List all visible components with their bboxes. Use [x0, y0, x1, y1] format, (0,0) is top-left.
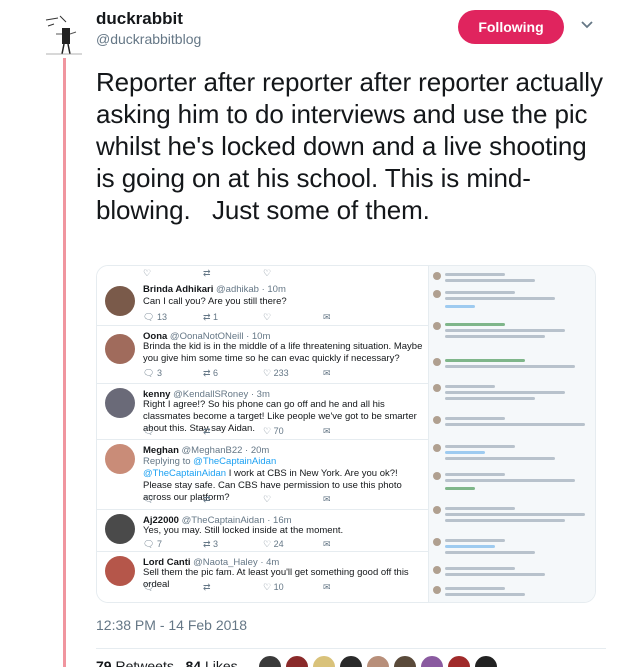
- avatar[interactable]: [420, 655, 444, 667]
- tweet-media[interactable]: ♡ ⇄ ♡ Brinda Adhikari @adhikab · 10m Can I…: [96, 265, 596, 603]
- avatar[interactable]: [447, 655, 471, 667]
- shot-body: Brinda the kid is in the middle of a lif…: [143, 341, 423, 364]
- tweet-timestamp[interactable]: 12:38 PM - 14 Feb 2018: [96, 617, 247, 633]
- avatar[interactable]: [258, 655, 282, 667]
- tweet-stats[interactable]: 79 Retweets 84 Likes: [96, 658, 238, 667]
- handle[interactable]: @duckrabbitblog: [96, 31, 201, 47]
- avatar[interactable]: [312, 655, 336, 667]
- list-item: Lord Canti @Naota_Haley · 4m Sell them t…: [97, 552, 429, 602]
- avatar[interactable]: [40, 10, 88, 58]
- list-item: Brinda Adhikari @adhikab · 10m Can I cal…: [97, 278, 429, 326]
- shot-name: Meghan @MeghanB22 · 20m: [143, 445, 270, 456]
- avatar[interactable]: [474, 655, 498, 667]
- shot-body: Can I call you? Are you still there?: [143, 296, 287, 307]
- duckrabbit-sketch-icon: [40, 10, 88, 58]
- action-row: 🗨 3 ⇄ 6 ♡ 233 ✉: [143, 368, 331, 378]
- shot-name: Brinda Adhikari @adhikab · 10m: [143, 284, 286, 295]
- list-item: Oona @OonaNotONeill · 10m Brinda the kid…: [97, 326, 429, 384]
- display-name[interactable]: duckrabbit: [96, 9, 183, 29]
- action-row: 🗨 7 ⇄ 3 ♡ 24 ✉: [143, 539, 331, 549]
- action-row: 🗨 ⇄ ♡ 10 ✉: [143, 582, 331, 592]
- screenshot-left: ♡ ⇄ ♡ Brinda Adhikari @adhikab · 10m Can I…: [97, 266, 429, 602]
- list-item: kenny @KendallSRoney · 3m Right I agree!…: [97, 384, 429, 440]
- tweet-text: Reporter after reporter after reporter a…: [96, 67, 610, 225]
- list-item: Aj22000 @TheCaptainAidan · 16m Yes, you …: [97, 510, 429, 552]
- shot-body: Yes, you may. Still locked inside at the…: [143, 525, 344, 536]
- avatar: [105, 286, 135, 316]
- chevron-down-icon[interactable]: [580, 20, 594, 30]
- avatar[interactable]: [339, 655, 363, 667]
- liker-avatars[interactable]: [258, 655, 501, 667]
- avatar: [105, 514, 135, 544]
- avatar[interactable]: [366, 655, 390, 667]
- action-row: 🗨 ⇄ ♡ ✉: [143, 494, 331, 504]
- action-row: 🗨 13 ⇄ 1 ♡ ✉: [143, 312, 331, 322]
- avatar: [105, 334, 135, 364]
- action-row: 🗨 ⇄ ♡ 70 ✉: [143, 426, 331, 436]
- avatar: [105, 556, 135, 586]
- avatar[interactable]: [393, 655, 417, 667]
- following-button[interactable]: Following: [458, 10, 564, 44]
- divider: [96, 648, 606, 649]
- avatar[interactable]: [285, 655, 309, 667]
- avatar: [105, 388, 135, 418]
- screenshot-right: [429, 266, 595, 602]
- list-item: Meghan @MeghanB22 · 20m Replying to @The…: [97, 440, 429, 510]
- thread-line: [63, 58, 66, 667]
- reply-line: Replying to @TheCaptainAidan: [143, 456, 277, 467]
- avatar: [105, 444, 135, 474]
